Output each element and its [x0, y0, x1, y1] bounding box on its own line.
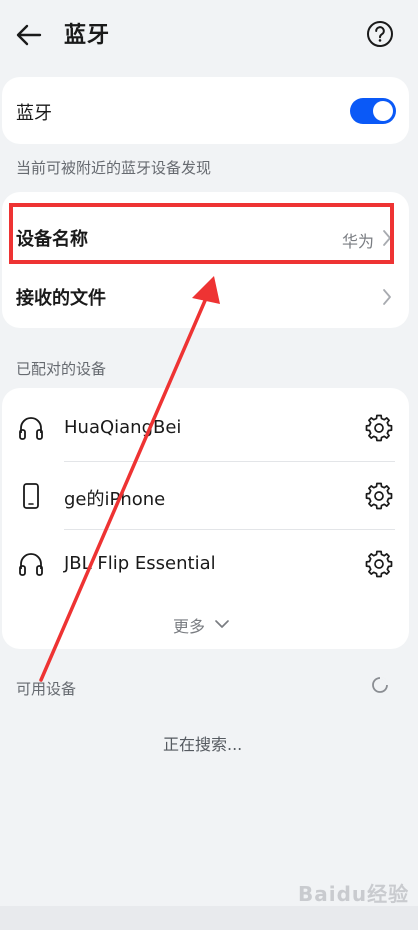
app-header: 蓝牙 [0, 0, 418, 70]
gear-icon[interactable] [365, 550, 393, 578]
chevron-down-icon[interactable] [214, 618, 230, 630]
bluetooth-label: 蓝牙 [16, 103, 52, 124]
phone-icon [23, 483, 39, 509]
help-icon[interactable] [365, 19, 395, 49]
highlight-box [9, 203, 394, 264]
available-devices-caption: 可用设备 [16, 680, 77, 698]
navigation-bar [0, 906, 418, 930]
paired-devices-caption: 已配对的设备 [16, 360, 107, 378]
discoverable-caption: 当前可被附近的蓝牙设备发现 [16, 159, 212, 177]
bluetooth-toggle[interactable] [350, 98, 396, 124]
bluetooth-card [2, 77, 409, 144]
gear-icon[interactable] [365, 414, 393, 442]
chevron-right-icon [383, 289, 391, 305]
divider [64, 529, 395, 530]
page-title: 蓝牙 [64, 23, 111, 48]
loading-spinner-icon [372, 676, 389, 693]
divider [64, 461, 395, 462]
paired-device-name[interactable]: JBL Flip Essential [64, 553, 216, 574]
watermark: Baidu经验 [298, 882, 410, 906]
received-files-label[interactable]: 接收的文件 [16, 284, 106, 310]
searching-status: 正在搜索... [163, 735, 243, 754]
more-button[interactable]: 更多 [173, 613, 205, 637]
paired-device-name[interactable]: HuaQiangBei [64, 417, 181, 438]
toggle-knob [373, 101, 393, 121]
paired-device-name[interactable]: ge的iPhone [64, 485, 165, 511]
headphones-icon [19, 553, 43, 576]
back-arrow-icon[interactable] [14, 20, 44, 50]
headphones-icon [19, 417, 43, 440]
gear-icon[interactable] [365, 482, 393, 510]
